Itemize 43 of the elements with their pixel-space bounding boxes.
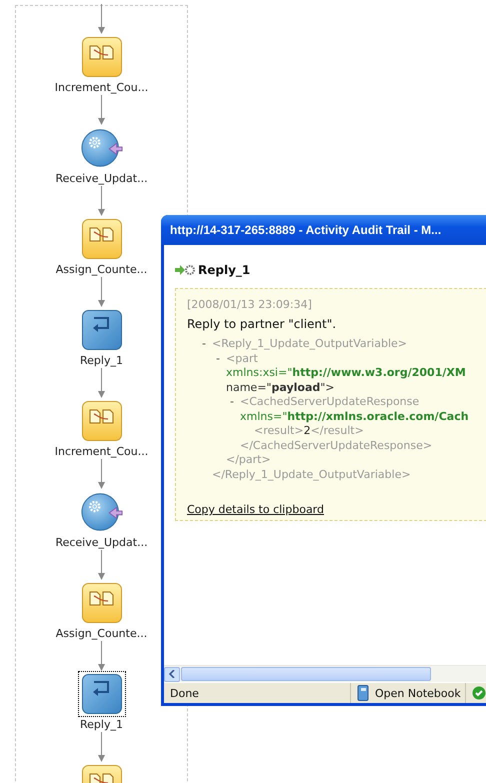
- node-label: Increment_Cou...: [54, 445, 148, 459]
- connector-arrow: [97, 732, 106, 762]
- node-label: Reply_1: [80, 718, 123, 732]
- notebook-icon: [357, 685, 369, 701]
- open-notebook-button[interactable]: Open Notebook: [375, 686, 461, 700]
- chevron-left-icon: [169, 670, 175, 678]
- collapse-toggle[interactable]: -: [202, 337, 212, 352]
- xml-tag: </Reply_1_Update_OutputVariable>: [202, 468, 486, 482]
- node-label: Receive_Updat...: [55, 536, 148, 550]
- collapse-toggle[interactable]: -: [230, 395, 240, 410]
- xml-attribute: xmlns="http://xmlns.oracle.com/Cach: [239, 410, 470, 424]
- node-label: Reply_1: [80, 354, 123, 368]
- reply-node[interactable]: [78, 671, 126, 717]
- message-text: Reply to partner "client".: [187, 316, 338, 332]
- xml-tag: </part>: [216, 453, 486, 468]
- status-text: Done: [169, 686, 200, 700]
- window-title: http://14-317-265:8889 - Activity Audit Trail - M...: [169, 223, 442, 237]
- xml-tag: <part: [226, 352, 258, 366]
- connector-arrow: [97, 368, 106, 398]
- connector-arrow: [97, 550, 106, 580]
- connector-arrow: [97, 95, 106, 125]
- scrollbar-thumb[interactable]: [181, 667, 431, 681]
- node-label: Assign_Counte...: [56, 263, 148, 277]
- xml-attribute: xmlns:xsi="http://www.w3.org/2001/XM: [225, 366, 467, 380]
- connector-arrow: [97, 459, 106, 489]
- timestamp: [2008/01/13 23:09:34]: [187, 298, 313, 312]
- collapse-toggle[interactable]: -: [216, 352, 226, 366]
- xml-tag: <Reply_1_Update_OutputVariable>: [212, 337, 407, 352]
- xml-tag: <CachedServerUpdateResponse: [240, 395, 420, 410]
- activity-icon: [175, 264, 195, 276]
- connector-arrow: [97, 277, 106, 307]
- scroll-left-button[interactable]: [164, 666, 180, 682]
- xml-attribute: name="payload">: [225, 380, 336, 395]
- activity-heading: Reply_1: [198, 263, 250, 277]
- connector-arrow: [97, 186, 106, 216]
- node-label: Increment_Cou...: [54, 81, 148, 95]
- connector-arrow: [97, 4, 106, 34]
- connector-arrow: [97, 641, 106, 671]
- node-label: Assign_Counte...: [56, 627, 148, 641]
- node-label: Receive_Updat...: [55, 172, 148, 186]
- copy-link[interactable]: Copy details to clipboard: [187, 503, 324, 516]
- xml-tag: </CachedServerUpdateResponse>: [230, 438, 486, 453]
- xml-line: <result>2</result>: [253, 424, 365, 438]
